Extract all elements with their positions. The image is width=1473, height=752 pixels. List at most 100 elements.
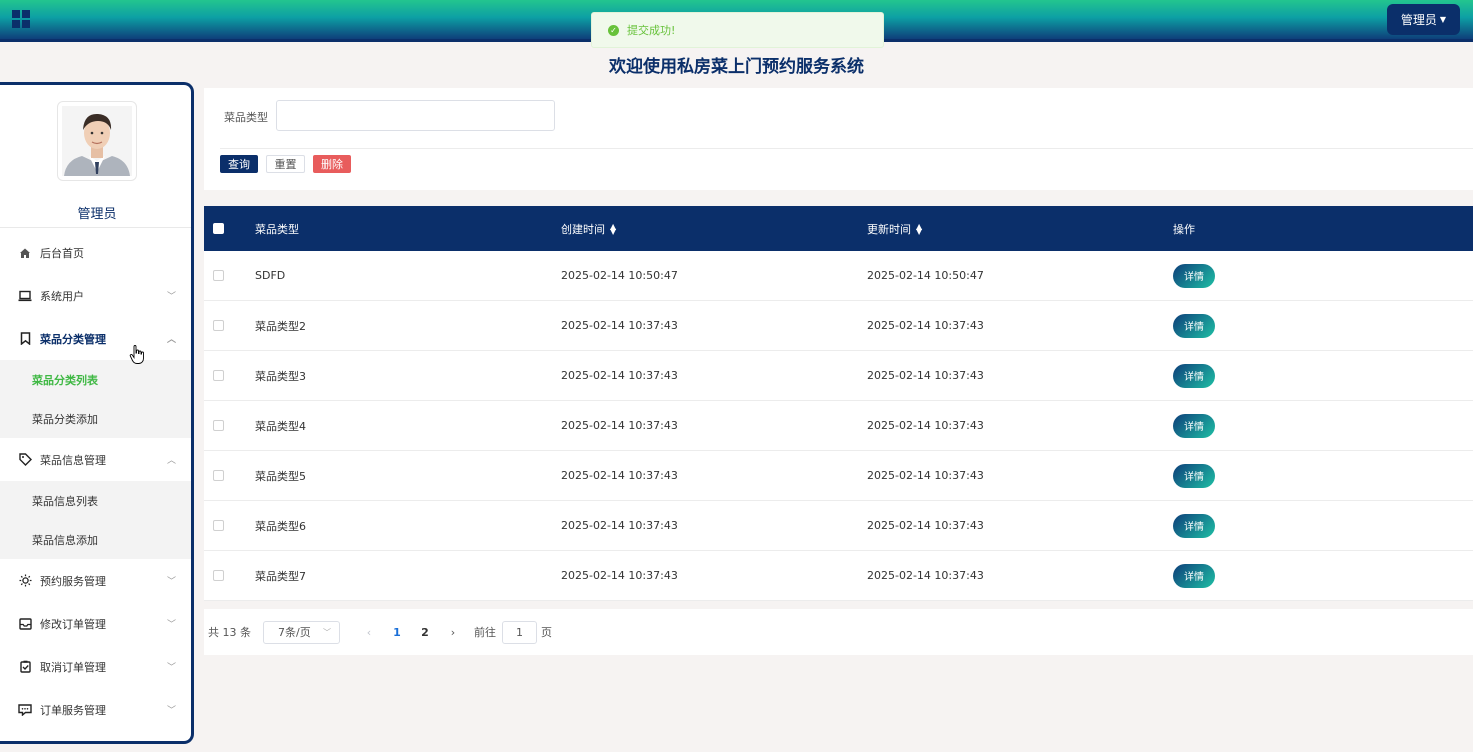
sidebar-subitem-category-list[interactable]: 菜品分类列表 [0,360,191,399]
sidebar-item-reservation-management[interactable]: 预约服务管理 ﹀ [0,559,191,602]
sidebar-item-modify-order-management[interactable]: 修改订单管理 ﹀ [0,602,191,645]
column-header-updated-label: 更新时间 [867,222,911,236]
row-dish-type: 菜品类型2 [255,319,306,333]
row-updated-time: 2025-02-14 10:50:47 [867,269,984,282]
search-divider [220,148,1473,149]
pagination-total: 共 13 条 [208,626,251,639]
chevron-down-icon: ﹀ [166,663,176,673]
inbox-icon [18,617,32,631]
detail-button[interactable]: 详情 [1173,513,1215,538]
prev-page-button[interactable]: ‹ [360,626,378,639]
dish-type-input[interactable] [276,100,555,131]
check-circle-icon: ✓ [608,24,619,36]
detail-button[interactable]: 详情 [1173,413,1215,438]
row-updated-time: 2025-02-14 10:37:43 [867,369,984,382]
row-created-time: 2025-02-14 10:37:43 [561,369,678,382]
row-checkbox[interactable] [213,320,224,331]
row-updated-time: 2025-02-14 10:37:43 [867,419,984,432]
table-row: 菜品类型4 2025-02-14 10:37:43 2025-02-14 10:37… [204,401,1473,451]
success-toast: ✓ 提交成功! [591,12,884,48]
detail-button[interactable]: 详情 [1173,463,1215,488]
sidebar-item-label: 菜品分类管理 [40,332,106,346]
sidebar-item-dish-management[interactable]: 菜品信息管理 ︿ [0,438,191,481]
sidebar-item-dashboard[interactable]: 后台首页 [0,231,191,274]
row-created-time: 2025-02-14 10:50:47 [561,269,678,282]
admin-label: 管理员 [1400,13,1437,27]
table-row: 菜品类型7 2025-02-14 10:37:43 2025-02-14 10:37… [204,551,1473,601]
sidebar-item-label: 取消订单管理 [40,660,106,674]
row-checkbox[interactable] [213,420,224,431]
sidebar-item-label: 订单服务管理 [40,703,106,717]
sidebar-user-name: 管理员 [77,207,117,222]
chevron-down-icon: ﹀ [166,577,176,587]
chevron-down-icon: ﹀ [166,292,176,302]
chat-icon [18,703,32,717]
row-dish-type: 菜品类型7 [255,569,306,583]
sidebar-menu: 后台首页 系统用户 ﹀ 菜品分类管理 ︿ 菜品分类列表 菜品分类添加 菜品信息管… [0,231,191,731]
row-created-time: 2025-02-14 10:37:43 [561,569,678,582]
column-header-type: 菜品类型 [255,222,299,236]
sort-icon[interactable]: ▲ ▼ [610,222,616,235]
select-all-checkbox[interactable] [213,223,224,234]
detail-button[interactable]: 详情 [1173,363,1215,388]
row-dish-type: SDFD [255,269,286,282]
sidebar-subitem-dish-add[interactable]: 菜品信息添加 [0,520,191,559]
chevron-down-icon: ﹀ [323,627,331,637]
row-checkbox[interactable] [213,270,224,281]
row-updated-time: 2025-02-14 10:37:43 [867,469,984,482]
row-checkbox[interactable] [213,520,224,531]
goto-page-input[interactable]: 1 [502,620,537,644]
row-dish-type: 菜品类型6 [255,519,306,533]
column-header-created[interactable]: 创建时间 ▲ ▼ [561,206,616,251]
pagination: 共 13 条 7条/页 ﹀ ‹ 1 2 › 前往 1 页 [204,609,1473,655]
sidebar-item-system-users[interactable]: 系统用户 ﹀ [0,274,191,317]
next-page-button[interactable]: › [444,626,462,639]
page-number-1[interactable]: 1 [388,626,406,639]
chevron-up-icon: ︿ [166,456,176,466]
avatar-photo [62,106,132,176]
row-checkbox[interactable] [213,370,224,381]
table-header: 菜品类型 创建时间 ▲ ▼ 更新时间 ▲ ▼ 操作 [204,206,1473,251]
sort-icon[interactable]: ▲ ▼ [916,222,922,235]
delete-button[interactable]: 删除 [313,155,351,173]
sidebar-item-order-service-management[interactable]: 订单服务管理 ﹀ [0,688,191,731]
row-checkbox[interactable] [213,470,224,481]
sidebar-subitem-category-add[interactable]: 菜品分类添加 [0,399,191,438]
column-header-updated[interactable]: 更新时间 ▲ ▼ [867,206,922,251]
chevron-down-icon: ﹀ [166,620,176,630]
row-created-time: 2025-02-14 10:37:43 [561,419,678,432]
row-created-time: 2025-02-14 10:37:43 [561,319,678,332]
table-row: SDFD 2025-02-14 10:50:47 2025-02-14 10:50:… [204,251,1473,301]
bookmark-icon [18,332,32,346]
sidebar-item-category-management[interactable]: 菜品分类管理 ︿ [0,317,191,360]
row-checkbox[interactable] [213,570,224,581]
apps-grid-icon[interactable] [12,10,30,28]
category-table: 菜品类型 创建时间 ▲ ▼ 更新时间 ▲ ▼ 操作 SDFD 2025-02-14 1… [204,206,1473,601]
reset-button[interactable]: 重置 [266,155,305,173]
laptop-icon [18,289,32,303]
table-row: 菜品类型3 2025-02-14 10:37:43 2025-02-14 10:37… [204,351,1473,401]
sidebar-item-label: 修改订单管理 [40,617,106,631]
sidebar-item-cancel-order-management[interactable]: 取消订单管理 ﹀ [0,645,191,688]
column-header-actions: 操作 [1173,222,1195,236]
detail-button[interactable]: 详情 [1173,313,1215,338]
hand-cursor-icon [129,345,144,364]
detail-button[interactable]: 详情 [1173,563,1215,588]
row-dish-type: 菜品类型4 [255,419,306,433]
sidebar-subitem-dish-list[interactable]: 菜品信息列表 [0,481,191,520]
goto-label: 前往 [474,626,496,639]
search-panel: 菜品类型 查询 重置 删除 [204,88,1473,190]
detail-button[interactable]: 详情 [1173,263,1215,288]
table-row: 菜品类型5 2025-02-14 10:37:43 2025-02-14 10:37… [204,451,1473,501]
row-created-time: 2025-02-14 10:37:43 [561,469,678,482]
page-size-select[interactable]: 7条/页 ﹀ [263,620,340,644]
query-button[interactable]: 查询 [220,155,258,173]
page-number-2[interactable]: 2 [416,626,434,639]
table-body: SDFD 2025-02-14 10:50:47 2025-02-14 10:50:… [204,251,1473,601]
admin-dropdown-button[interactable]: 管理员 ▼ [1387,4,1460,35]
sun-icon [18,574,32,588]
toast-message: 提交成功! [627,24,676,37]
row-updated-time: 2025-02-14 10:37:43 [867,569,984,582]
row-updated-time: 2025-02-14 10:37:43 [867,519,984,532]
dish-type-label: 菜品类型 [224,111,268,124]
